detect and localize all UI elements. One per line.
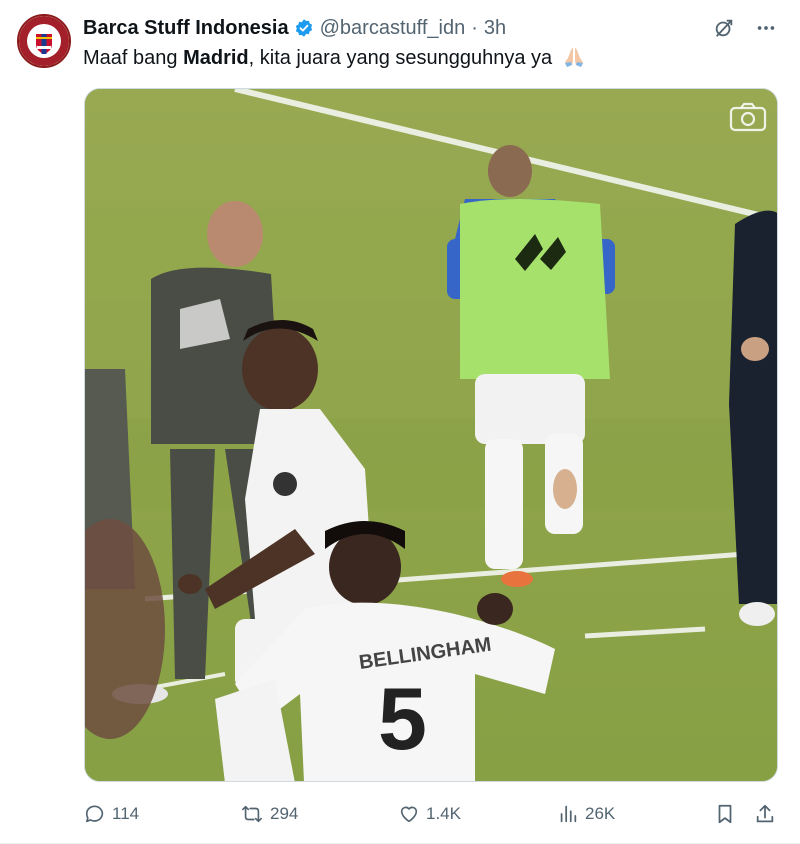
verified-badge-icon [294,18,314,38]
reply-count: 114 [112,804,140,823]
views-icon [560,805,577,823]
handle[interactable]: @barcastuff_idn [320,17,466,40]
tweet-text: Maaf bang Madrid, kita juara yang sesung… [83,44,586,76]
player-number: 5 [378,669,427,768]
tweet-media[interactable]: 5 BELLINGHAM [84,88,778,782]
retweet-button[interactable]: 294 [240,803,298,825]
top-actions [712,16,778,40]
club-crest-icon [19,16,69,66]
camera-icon [729,101,767,133]
video-still: 5 BELLINGHAM [85,89,777,781]
action-bar: 114 294 1.4K 26K [84,798,778,830]
display-name[interactable]: Barca Stuff Indonesia [83,17,289,40]
timestamp[interactable]: 3h [484,17,506,40]
views-button[interactable]: 26K [557,803,615,825]
reply-icon [85,805,104,823]
tweet-text-end: , kita juara yang sesungguhnya ya [248,47,553,69]
bookmark-button[interactable] [714,803,736,825]
avatar[interactable] [17,14,71,68]
bookmark-icon [718,804,732,824]
like-button[interactable]: 1.4K [398,803,461,825]
like-count: 1.4K [426,804,461,823]
reply-button[interactable]: 114 [84,803,139,825]
views-count: 26K [585,804,616,823]
tweet-text-bold: Madrid [183,47,249,69]
tweet-text-start: Maaf bang [83,47,184,69]
share-button[interactable] [754,803,776,825]
tweet: Barca Stuff Indonesia @barcastuff_idn · … [0,0,800,844]
folded-hands-icon [562,46,586,76]
tweet-header: Barca Stuff Indonesia @barcastuff_idn · … [83,14,506,42]
retweet-icon [242,805,262,823]
share-icon [756,804,774,823]
grok-icon[interactable] [712,16,736,40]
retweet-count: 294 [270,804,299,823]
more-icon[interactable] [754,16,778,40]
heart-icon [400,806,418,823]
separator-dot: · [471,16,478,39]
